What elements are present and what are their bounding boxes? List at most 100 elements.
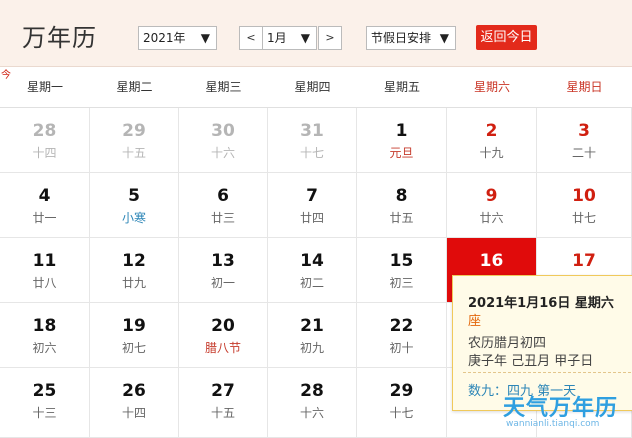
- calendar-day-cell[interactable]: 13 初一: [179, 238, 268, 303]
- weekday-header-row: 星期一 星期二 星期三 星期四 星期五 星期六 星期日: [0, 67, 632, 108]
- lunar-day-label: 初七: [121, 341, 146, 355]
- day-number: 29: [389, 381, 414, 401]
- lunar-day-label: 廿九: [121, 276, 146, 290]
- calendar-day-cell[interactable]: 20 腊八节: [179, 303, 268, 368]
- lunar-day-label: 初二: [299, 276, 324, 290]
- today-marker: 今: [1, 70, 11, 81]
- weekday-label: 星期日: [566, 80, 603, 94]
- calendar-day-cell[interactable]: 22 初十: [357, 303, 447, 368]
- lunar-day-label: 初一: [210, 276, 235, 290]
- page-title: 万年历: [22, 24, 97, 52]
- popup-ganzhi: 庚子年 己丑月 甲子日: [468, 354, 594, 369]
- day-number: 29: [122, 121, 146, 141]
- day-number: 21: [300, 316, 324, 336]
- calendar-day-cell[interactable]: 7 廿四: [268, 173, 357, 238]
- calendar-day-cell[interactable]: 5 小寒: [90, 173, 179, 238]
- year-select-value: 2021年: [143, 31, 186, 45]
- calendar-day-cell[interactable]: 10 廿七: [537, 173, 632, 238]
- calendar-day-cell[interactable]: 25 十三: [0, 368, 90, 438]
- calendar-day-cell[interactable]: 15 初三: [357, 238, 447, 303]
- popup-constellation: 座: [468, 314, 482, 329]
- year-select[interactable]: 2021年 ▼: [138, 26, 217, 50]
- calendar-day-cell[interactable]: 26 十四: [90, 368, 179, 438]
- day-number: 28: [300, 381, 324, 401]
- calendar-day-cell[interactable]: 29 十七: [357, 368, 447, 438]
- day-number: 9: [485, 186, 498, 206]
- calendar-day-cell[interactable]: 1 元旦: [357, 108, 447, 173]
- holiday-select[interactable]: 节假日安排 ▼: [366, 26, 456, 50]
- chevron-down-icon: ▼: [300, 31, 310, 45]
- day-number: 4: [38, 186, 51, 206]
- watermark-logo: 天气万年历 wannianli.tianqi.com: [500, 390, 632, 438]
- day-number: 3: [578, 121, 590, 141]
- day-number: 7: [306, 186, 318, 206]
- calendar-day-cell[interactable]: 28 十四: [0, 108, 90, 173]
- month-select-value: 1月: [267, 31, 287, 45]
- day-number: 5: [128, 186, 140, 206]
- calendar-day-cell[interactable]: 8 廿五: [357, 173, 447, 238]
- calendar-day-cell[interactable]: 21 初九: [268, 303, 357, 368]
- weekday-label: 星期六: [473, 80, 510, 94]
- day-number: 15: [389, 251, 414, 271]
- popup-lunar-date: 农历腊月初四: [468, 336, 547, 351]
- calendar-day-cell[interactable]: 12 廿九: [90, 238, 179, 303]
- calendar-day-cell[interactable]: 4 廿一: [0, 173, 90, 238]
- prev-month-button[interactable]: <: [239, 26, 263, 50]
- weekday-label: 星期三: [205, 80, 242, 94]
- day-number: 20: [211, 316, 235, 336]
- day-number: 1: [395, 121, 408, 141]
- calendar-day-cell[interactable]: 14 初二: [268, 238, 357, 303]
- holiday-select-value: 节假日安排: [371, 31, 432, 45]
- weekday-label: 星期二: [116, 80, 153, 94]
- day-number: 6: [217, 186, 229, 206]
- lunar-day-label: 初三: [389, 276, 414, 290]
- calendar-header: 万年历 2021年 ▼ < 1月 ▼ > 节假日安排 ▼ 返回今日: [0, 0, 632, 67]
- day-number: 8: [395, 186, 408, 206]
- calendar-day-cell[interactable]: 27 十五: [179, 368, 268, 438]
- lunar-day-label: 廿六: [479, 211, 504, 225]
- calendar-day-cell[interactable]: 30 十六: [179, 108, 268, 173]
- lunar-day-label: 初九: [299, 341, 324, 355]
- day-number: 22: [389, 316, 414, 336]
- lunar-day-label: 廿三: [210, 211, 235, 225]
- weekday-label: 星期四: [294, 80, 331, 94]
- calendar-day-cell[interactable]: 6 廿三: [179, 173, 268, 238]
- lunar-day-label: 廿八: [32, 276, 57, 290]
- lunar-day-label: 十五: [210, 406, 235, 420]
- lunar-day-label: 二十: [571, 146, 596, 160]
- calendar-day-cell[interactable]: 3 二十: [537, 108, 632, 173]
- next-month-button[interactable]: >: [318, 26, 342, 50]
- return-today-button[interactable]: 返回今日: [476, 25, 537, 50]
- calendar-day-cell[interactable]: 28 十六: [268, 368, 357, 438]
- chevron-down-icon: ▼: [439, 31, 449, 45]
- day-number: 12: [122, 251, 146, 271]
- popup-divider: [463, 372, 632, 373]
- lunar-day-label: 初十: [389, 341, 414, 355]
- watermark-title: 天气万年历: [503, 396, 619, 421]
- lunar-day-label: 元旦: [389, 146, 414, 160]
- day-number: 26: [122, 381, 146, 401]
- calendar-day-cell[interactable]: 18 初六: [0, 303, 90, 368]
- lunar-day-label: 十四: [32, 146, 57, 160]
- day-number: 13: [211, 251, 235, 271]
- lunar-day-label: 小寒: [121, 211, 146, 225]
- day-number: 28: [32, 121, 57, 141]
- lunar-day-label: 廿五: [389, 211, 414, 225]
- lunar-day-label: 十九: [479, 146, 504, 160]
- month-select[interactable]: 1月 ▼: [262, 26, 317, 50]
- day-number: 18: [32, 316, 57, 336]
- calendar-day-cell[interactable]: 29 十五: [90, 108, 179, 173]
- chevron-down-icon: ▼: [200, 31, 210, 45]
- calendar-day-cell[interactable]: 9 廿六: [447, 173, 537, 238]
- lunar-day-label: 廿七: [571, 211, 596, 225]
- day-number: 17: [572, 251, 596, 271]
- day-number: 19: [122, 316, 146, 336]
- calendar-day-cell[interactable]: 2 十九: [447, 108, 537, 173]
- watermark-url: wannianli.tianqi.com: [506, 419, 600, 429]
- day-number: 25: [32, 381, 57, 401]
- weekday-label: 星期五: [383, 80, 420, 94]
- calendar-day-cell[interactable]: 19 初七: [90, 303, 179, 368]
- calendar-day-cell[interactable]: 31 十七: [268, 108, 357, 173]
- calendar-day-cell[interactable]: 11 廿八: [0, 238, 90, 303]
- lunar-day-label: 十六: [299, 406, 324, 420]
